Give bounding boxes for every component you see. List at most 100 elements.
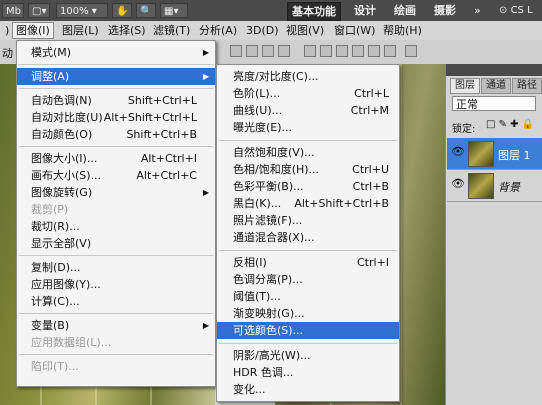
menu-item-shortcut: Ctrl+L: [354, 87, 389, 100]
menu-item[interactable]: 裁切(R)...: [17, 218, 215, 235]
align-left-icon[interactable]: [278, 45, 290, 57]
menu-item[interactable]: 自然饱和度(V)...: [217, 144, 399, 161]
menu-item[interactable]: 渐变映射(G)...: [217, 305, 399, 322]
menu-item[interactable]: 阈值(T)...: [217, 288, 399, 305]
menu-item[interactable]: 图像旋转(G) ▶: [17, 184, 215, 201]
layer-name: 图层 1: [498, 149, 531, 162]
menu-item[interactable]: 反相(I) Ctrl+I: [217, 254, 399, 271]
menu-item[interactable]: 照片滤镜(F)...: [217, 212, 399, 229]
layer-row-1[interactable]: 👁 图层 1: [447, 138, 542, 170]
menu-item-label: 曝光度(E)...: [233, 121, 293, 134]
workspace-design[interactable]: 设计: [350, 2, 380, 19]
zoom-level[interactable]: 100% ▾: [56, 3, 108, 18]
menu-item[interactable]: 画布大小(S)... Alt+Ctrl+C: [17, 167, 215, 184]
workspace-essentials[interactable]: 基本功能: [287, 2, 341, 21]
hand-tool-button[interactable]: ✋: [112, 3, 132, 18]
menu-item[interactable]: 色相/饱和度(H)... Ctrl+U: [217, 161, 399, 178]
menu-item-label: 画布大小(S)...: [31, 169, 102, 182]
menu-item[interactable]: 模式(M) ▶: [17, 44, 215, 61]
tab-paths[interactable]: 路径: [512, 78, 542, 94]
menu-item-shortcut: Alt+Shift+Ctrl+L: [103, 111, 197, 124]
menu-item-label: 黑白(K)...: [233, 197, 282, 210]
align-vcenter-icon[interactable]: [246, 45, 258, 57]
menu-bar: ) 图像(I) 图层(L) 选择(S) 滤镜(T) 分析(A) 3D(D) 视图…: [0, 21, 542, 41]
menu-item[interactable]: 调整(A) ▶: [17, 68, 215, 85]
menu-item[interactable]: 阴影/高光(W)...: [217, 347, 399, 364]
menu-image[interactable]: 图像(I): [12, 22, 54, 39]
distribute-bottom-icon[interactable]: [336, 45, 348, 57]
lock-label: 锁定:: [452, 124, 476, 135]
visibility-eye-icon[interactable]: 👁: [451, 146, 465, 158]
menu-item[interactable]: 图像大小(I)... Alt+Ctrl+I: [17, 150, 215, 167]
menu-item-shortcut: Alt+Ctrl+I: [140, 152, 197, 165]
submenu-arrow-icon: ▶: [202, 48, 209, 57]
workspace-painting[interactable]: 绘画: [390, 2, 420, 19]
menu-separator: [19, 146, 213, 147]
menu-item-label: 模式(M): [31, 46, 72, 59]
menu-item: 陷印(T)...: [17, 358, 215, 375]
menu-item-label: 反相(I): [233, 256, 267, 269]
menu-separator: [19, 88, 213, 89]
menu-layer[interactable]: 图层(L): [59, 23, 102, 38]
menu-item-label: 计算(C)...: [31, 295, 80, 308]
menu-item[interactable]: 可选颜色(S)...: [217, 322, 399, 339]
menu-item[interactable]: 应用图像(Y)...: [17, 276, 215, 293]
mb-chip[interactable]: Mb: [2, 3, 24, 18]
workspace-photography[interactable]: 摄影: [430, 2, 460, 19]
menu-help[interactable]: 帮助(H): [380, 23, 425, 38]
menu-item[interactable]: 自动对比度(U) Alt+Shift+Ctrl+L: [17, 109, 215, 126]
menu-item[interactable]: 变化...: [217, 381, 399, 398]
distribute-right-icon[interactable]: [384, 45, 396, 57]
auto-align-icon[interactable]: [405, 45, 417, 57]
workspace-more[interactable]: »: [470, 2, 485, 19]
menu-analysis[interactable]: 分析(A): [196, 23, 240, 38]
menu-item[interactable]: 色阶(L)... Ctrl+L: [217, 85, 399, 102]
menu-item[interactable]: 色彩平衡(B)... Ctrl+B: [217, 178, 399, 195]
lock-icons[interactable]: □ ✎ ✚ 🔒: [486, 119, 534, 130]
visibility-eye-icon[interactable]: 👁: [451, 178, 465, 190]
layers-panel: [445, 64, 542, 405]
distribute-left-icon[interactable]: [352, 45, 364, 57]
screen-mode-button[interactable]: ▢▾: [28, 3, 50, 18]
distribute-top-icon[interactable]: [304, 45, 316, 57]
menu-item[interactable]: 曝光度(E)...: [217, 119, 399, 136]
layer-row-background[interactable]: 👁 背景: [447, 170, 542, 202]
align-bottom-icon[interactable]: [262, 45, 274, 57]
menu-item[interactable]: 变量(B) ▶: [17, 317, 215, 334]
distribute-hcenter-icon[interactable]: [368, 45, 380, 57]
menu-separator: [219, 250, 397, 251]
submenu-arrow-icon: ▶: [202, 188, 209, 197]
blend-mode-select[interactable]: 正常: [452, 96, 536, 111]
align-top-icon[interactable]: [230, 45, 242, 57]
tab-channels[interactable]: 通道: [481, 78, 511, 94]
menu-edit-partial[interactable]: ): [2, 23, 12, 38]
menu-item[interactable]: 自动颜色(O) Shift+Ctrl+B: [17, 126, 215, 143]
cs-live[interactable]: ⊙ CS L: [495, 2, 537, 19]
menu-item[interactable]: 亮度/对比度(C)...: [217, 68, 399, 85]
menu-item[interactable]: 色调分离(P)...: [217, 271, 399, 288]
menu-3d[interactable]: 3D(D): [243, 23, 282, 38]
menu-item-label: 应用数据组(L)...: [31, 336, 112, 349]
menu-view[interactable]: 视图(V): [283, 23, 327, 38]
menu-item-label: 阈值(T)...: [233, 290, 281, 303]
zoom-tool-button[interactable]: 🔍: [136, 3, 156, 18]
menu-window[interactable]: 窗口(W): [331, 23, 378, 38]
menu-item[interactable]: 复制(D)...: [17, 259, 215, 276]
menu-item[interactable]: 通道混合器(X)...: [217, 229, 399, 246]
menu-item-label: 通道混合器(X)...: [233, 231, 315, 244]
menu-item[interactable]: 黑白(K)... Alt+Shift+Ctrl+B: [217, 195, 399, 212]
layer-thumbnail: [468, 141, 494, 167]
menu-item[interactable]: 显示全部(V): [17, 235, 215, 252]
tab-layers[interactable]: 图层: [450, 78, 480, 94]
arrange-button[interactable]: ▦▾: [160, 3, 188, 18]
menu-item[interactable]: HDR 色调...: [217, 364, 399, 381]
menu-select[interactable]: 选择(S): [105, 23, 149, 38]
menu-item[interactable]: 自动色调(N) Shift+Ctrl+L: [17, 92, 215, 109]
distribute-vcenter-icon[interactable]: [320, 45, 332, 57]
blend-mode-value: 正常: [456, 98, 478, 111]
menu-filter[interactable]: 滤镜(T): [150, 23, 193, 38]
menu-item[interactable]: 计算(C)...: [17, 293, 215, 310]
adjustments-submenu: 亮度/对比度(C)... 色阶(L)... Ctrl+L 曲线(U)... Ctrl+M…: [216, 64, 400, 402]
menu-item[interactable]: 曲线(U)... Ctrl+M: [217, 102, 399, 119]
menu-item-label: 自动颜色(O): [31, 128, 93, 141]
